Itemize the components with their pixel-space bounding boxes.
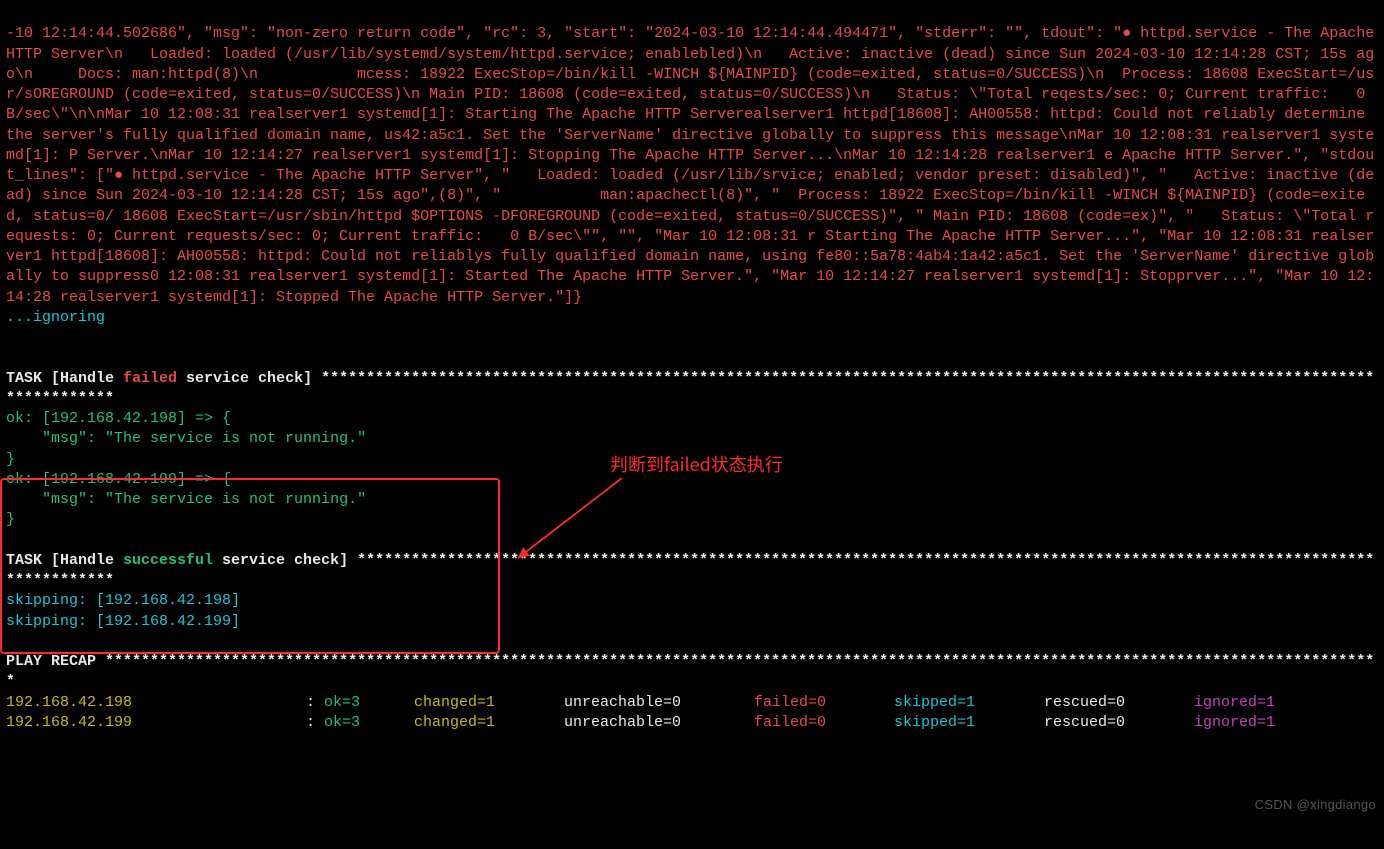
- terminal-output: -10 12:14:44.502686", "msg": "non-zero r…: [0, 0, 1384, 818]
- task-failed-body-199: ok: [192.168.42.199] => { "msg": "The se…: [6, 471, 366, 529]
- task-failed-body-198: ok: [192.168.42.198] => { "msg": "The se…: [6, 410, 366, 468]
- task-failed-header: TASK [Handle failed service check] *****…: [6, 370, 1374, 407]
- play-recap-header: PLAY RECAP *****************************…: [6, 653, 1374, 690]
- ansible-error-log: -10 12:14:44.502686", "msg": "non-zero r…: [6, 25, 1383, 305]
- recap-row: 192.168.42.198: ok=3changed=1unreachable…: [6, 694, 1275, 711]
- skip-row-199: skipping: [192.168.42.199]: [6, 613, 240, 630]
- skip-row-198: skipping: [192.168.42.198]: [6, 592, 240, 609]
- ignoring-label: ...ignoring: [6, 309, 105, 326]
- annotation-label: 判断到failed状态执行: [610, 452, 783, 476]
- recap-row: 192.168.42.199: ok=3changed=1unreachable…: [6, 714, 1275, 731]
- csdn-watermark: CSDN @xingdiango: [1255, 796, 1376, 814]
- task-success-header: TASK [Handle successful service check] *…: [6, 552, 1374, 589]
